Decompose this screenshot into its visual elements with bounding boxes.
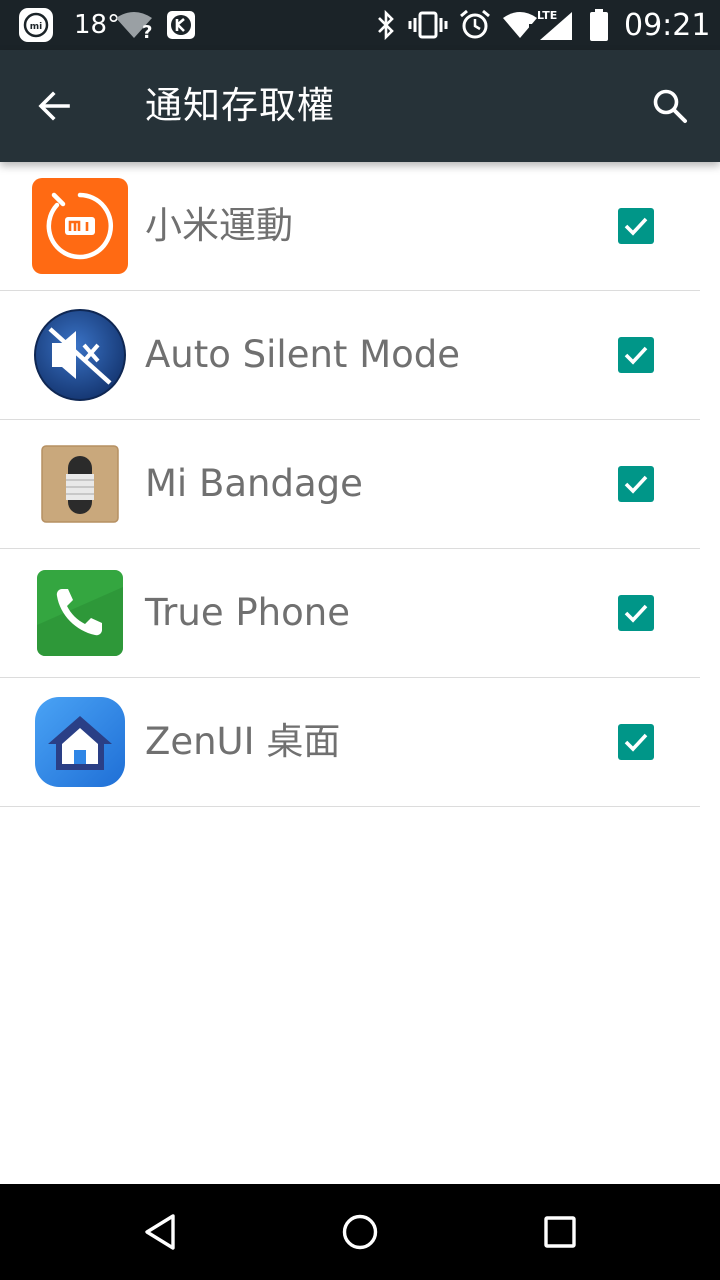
app-toolbar: 通知存取權 — [0, 50, 720, 162]
list-item[interactable]: Mi Bandage — [0, 420, 700, 549]
checkmark-icon — [624, 604, 648, 623]
app-name: 小米運動 — [145, 204, 293, 247]
zenui-home-icon — [32, 694, 128, 790]
checkmark-icon — [624, 475, 648, 494]
list-item[interactable]: True Phone — [0, 549, 700, 678]
recents-square-icon — [544, 1216, 576, 1248]
phone-icon — [32, 565, 128, 661]
mi-fit-icon: mi — [18, 0, 54, 50]
search-button[interactable] — [642, 78, 698, 134]
app-checkbox[interactable] — [618, 208, 654, 244]
app-name: ZenUI 桌面 — [145, 720, 341, 763]
back-triangle-icon — [145, 1214, 175, 1250]
app-name: True Phone — [145, 591, 350, 634]
app-name: Mi Bandage — [145, 462, 363, 505]
page-title: 通知存取權 — [145, 84, 335, 127]
app-checkbox[interactable] — [618, 337, 654, 373]
clock-text: 09:21 — [624, 7, 711, 43]
k-app-icon — [166, 0, 196, 50]
svg-text:?: ? — [142, 22, 152, 40]
bluetooth-icon — [374, 0, 398, 50]
navigation-bar — [0, 1184, 720, 1280]
search-icon — [651, 87, 689, 125]
nav-back-button[interactable] — [132, 1204, 188, 1260]
list-item[interactable]: Auto Silent Mode — [0, 291, 700, 420]
battery-icon — [588, 0, 610, 50]
checkmark-icon — [624, 733, 648, 752]
mi-fit-icon — [32, 178, 128, 274]
home-circle-icon — [342, 1214, 378, 1250]
checkmark-icon — [624, 346, 648, 365]
vibrate-icon — [408, 0, 448, 50]
arrow-back-icon — [36, 88, 72, 124]
svg-text:mi: mi — [30, 22, 42, 32]
checkmark-icon — [624, 217, 648, 236]
notification-access-list: 小米運動 Auto Silent Mode Mi Bandage True Ph… — [0, 162, 720, 807]
status-bar: mi 18° ? LTE 09:21 — [0, 0, 720, 50]
lte-signal-icon: LTE — [536, 0, 576, 50]
wifi-question-icon: ? — [114, 0, 154, 50]
app-name: Auto Silent Mode — [145, 333, 461, 376]
back-button[interactable] — [26, 78, 82, 134]
alarm-icon — [458, 0, 492, 50]
app-checkbox[interactable] — [618, 595, 654, 631]
muted-speaker-icon — [32, 307, 128, 403]
nav-home-button[interactable] — [332, 1204, 388, 1260]
list-item[interactable]: 小米運動 — [0, 162, 700, 291]
nav-recents-button[interactable] — [532, 1204, 588, 1260]
app-checkbox[interactable] — [618, 724, 654, 760]
svg-text:LTE: LTE — [537, 9, 557, 22]
wifi-icon — [502, 0, 538, 50]
mi-band-icon — [32, 436, 128, 532]
list-item[interactable]: ZenUI 桌面 — [0, 678, 700, 807]
app-checkbox[interactable] — [618, 466, 654, 502]
